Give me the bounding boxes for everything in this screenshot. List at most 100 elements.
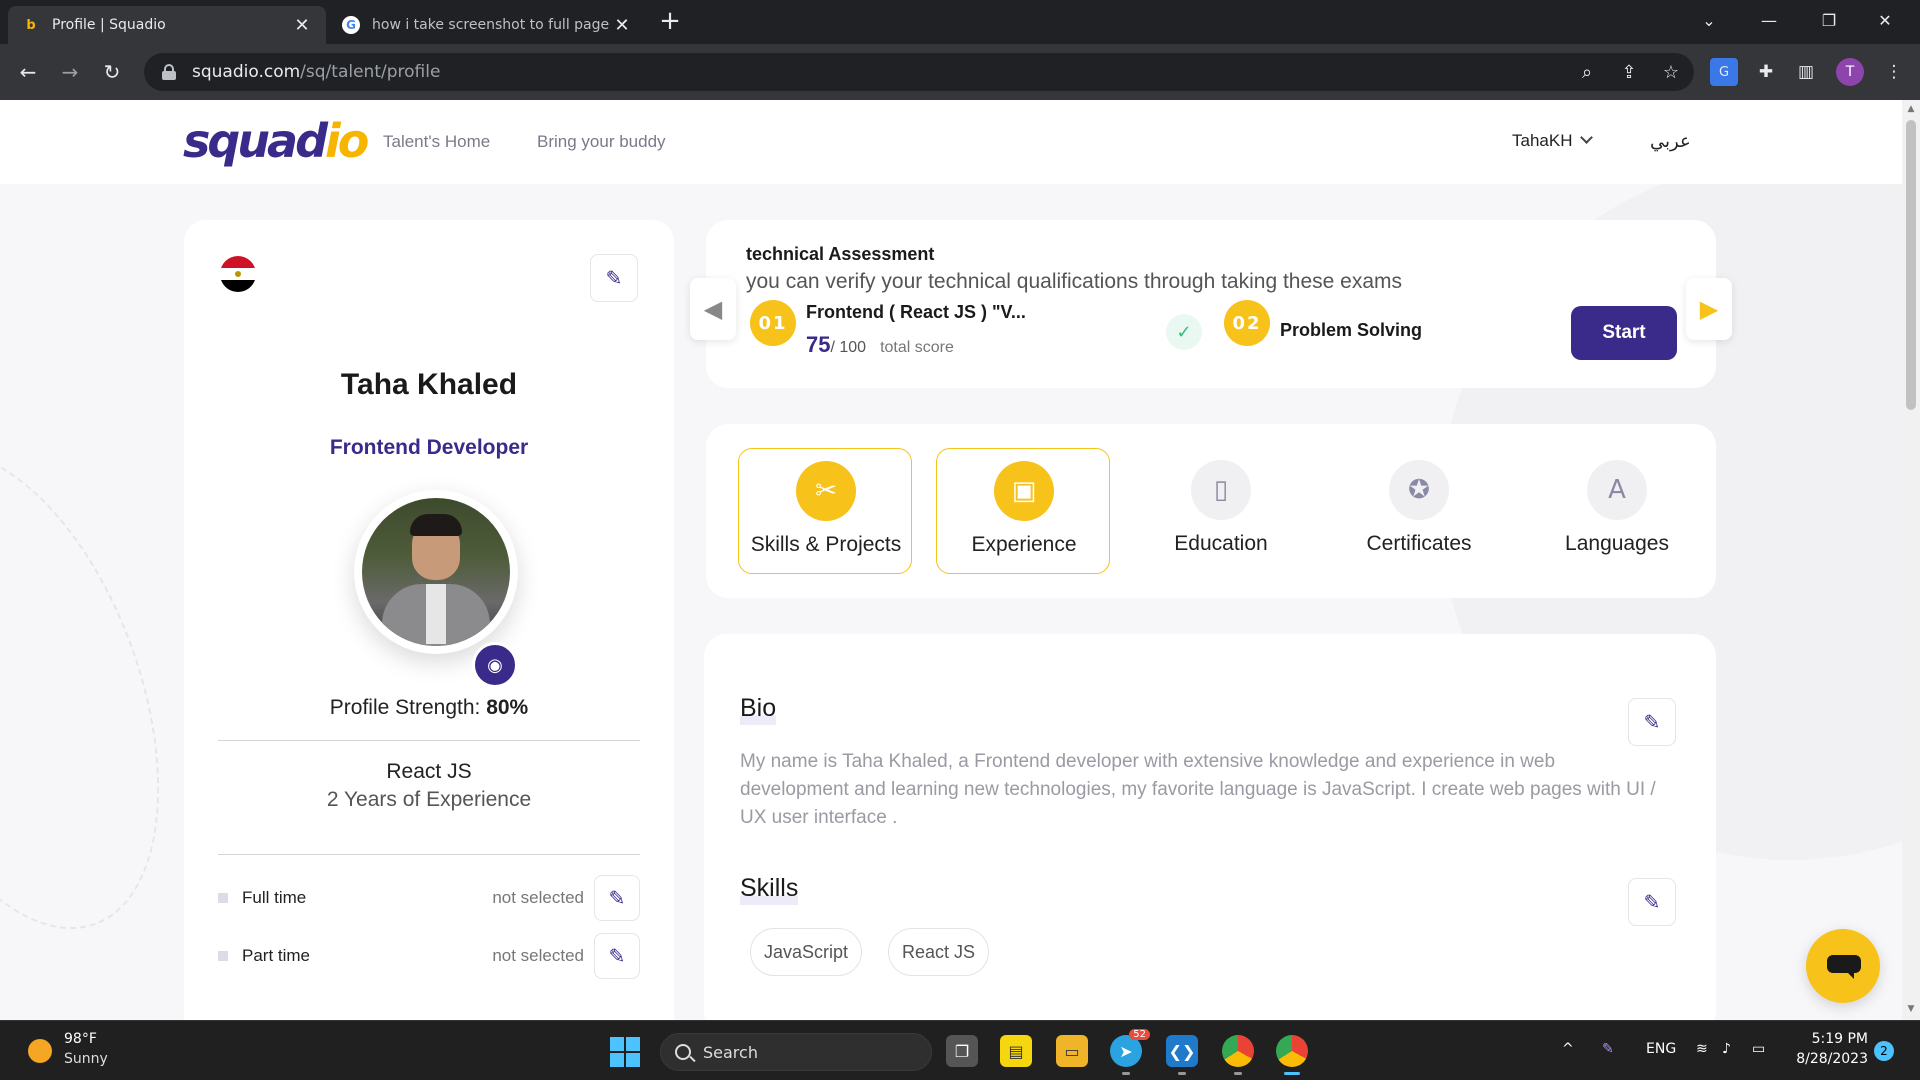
- avatar: [354, 490, 518, 654]
- windows-start-icon[interactable]: [610, 1037, 640, 1067]
- tab-title: how i take screenshot to full page in: [372, 17, 612, 33]
- tab-profile-squadio[interactable]: b Profile | Squadio ✕: [8, 6, 326, 44]
- main-skill: React JS: [386, 760, 472, 783]
- logo-accent: io: [325, 114, 369, 168]
- strength-value: 80%: [486, 696, 529, 719]
- tab-languages[interactable]: A Languages: [1530, 448, 1704, 574]
- file-explorer-icon[interactable]: ▭: [1056, 1035, 1088, 1067]
- volume-icon[interactable]: ♪: [1722, 1041, 1731, 1057]
- sun-weather-icon[interactable]: [28, 1039, 52, 1063]
- browser-profile-avatar[interactable]: T: [1836, 58, 1864, 86]
- tab-search-chevron-icon[interactable]: ⌄: [1686, 0, 1732, 40]
- tab-google-search[interactable]: G how i take screenshot to full page in …: [328, 6, 646, 44]
- restore-button[interactable]: ❐: [1806, 0, 1852, 40]
- chrome-icon[interactable]: [1222, 1035, 1254, 1075]
- scrollbar-thumb[interactable]: [1906, 120, 1916, 410]
- battery-icon[interactable]: ▭: [1752, 1041, 1765, 1057]
- sticky-notes-icon[interactable]: ▤: [1000, 1035, 1032, 1067]
- carousel-next-arrow-icon[interactable]: ▶: [1686, 278, 1732, 340]
- extensions-puzzle-icon[interactable]: ✚: [1752, 58, 1780, 86]
- minimize-button[interactable]: —: [1746, 0, 1792, 40]
- exam-name[interactable]: Frontend ( React JS ) "V...: [806, 302, 1026, 323]
- carousel-prev-arrow-icon[interactable]: ◀: [690, 278, 736, 340]
- page-scrollbar[interactable]: ▲ ▼: [1902, 100, 1920, 1020]
- site-header: squadio Talent's Home Bring your buddy T…: [0, 100, 1902, 184]
- language-switch[interactable]: عربي: [1650, 131, 1691, 152]
- chrome-profile-icon[interactable]: [1276, 1035, 1308, 1075]
- bookmark-star-icon[interactable]: ☆: [1652, 53, 1690, 91]
- weather-temperature[interactable]: 98°F: [64, 1031, 97, 1047]
- nav-bring-your-buddy[interactable]: Bring your buddy: [537, 132, 666, 152]
- exam-score: 75/ 100 total score: [806, 332, 954, 358]
- section-label: Languages: [1565, 532, 1669, 555]
- tab-education[interactable]: ▯ Education: [1134, 448, 1308, 574]
- url-host: squadio.com: [192, 62, 301, 82]
- telegram-icon[interactable]: ➤ 52: [1110, 1029, 1150, 1075]
- browser-tab-strip: b Profile | Squadio ✕ G how i take scree…: [0, 0, 1920, 44]
- preference-full-time: Full time not selected ✎: [218, 874, 640, 922]
- reload-icon[interactable]: ↻: [98, 58, 126, 86]
- profile-strength: Profile Strength: 80%: [184, 696, 674, 720]
- egypt-flag-icon: [220, 256, 256, 292]
- pen-icon[interactable]: ✎: [1602, 1041, 1614, 1057]
- search-label: Search: [703, 1042, 758, 1062]
- side-panel-icon[interactable]: ▥: [1792, 58, 1820, 86]
- scroll-down-arrow-icon[interactable]: ▼: [1906, 1004, 1916, 1014]
- clock-time[interactable]: 5:19 PM: [1794, 1031, 1868, 1047]
- change-photo-button[interactable]: ◉: [472, 642, 518, 688]
- clock-date[interactable]: 8/28/2023: [1794, 1051, 1868, 1067]
- chat-support-button[interactable]: [1806, 929, 1880, 1003]
- preference-value: not selected: [492, 946, 584, 965]
- pencil-icon: ✎: [1643, 890, 1661, 914]
- exam-name[interactable]: Problem Solving: [1280, 320, 1422, 341]
- chat-bubble-icon: [1827, 955, 1861, 973]
- tab-experience[interactable]: ▣ Experience: [936, 448, 1110, 574]
- profile-role: Frontend Developer: [329, 436, 529, 459]
- user-menu[interactable]: TahaKH: [1512, 131, 1594, 151]
- vscode-icon[interactable]: ❮❯: [1166, 1035, 1198, 1075]
- tab-close-icon[interactable]: ✕: [612, 15, 632, 36]
- forward-arrow-icon[interactable]: →: [56, 58, 84, 86]
- check-icon: ✓: [1166, 314, 1202, 350]
- notification-count[interactable]: 2: [1874, 1041, 1894, 1061]
- close-window-button[interactable]: ✕: [1862, 0, 1908, 40]
- book-icon: ▯: [1191, 460, 1251, 520]
- bio-text: My name is Taha Khaled, a Frontend devel…: [740, 751, 1656, 828]
- tab-certificates[interactable]: ✪ Certificates: [1332, 448, 1506, 574]
- squadio-logo[interactable]: squadio: [183, 114, 369, 168]
- score-label: total score: [880, 339, 954, 356]
- edit-skills-button[interactable]: ✎: [1628, 878, 1676, 926]
- username: TahaKH: [1512, 131, 1573, 150]
- edit-bio-button[interactable]: ✎: [1628, 698, 1676, 746]
- bullet: [218, 893, 228, 903]
- address-bar[interactable]: squadio.com/sq/talent/profile: [144, 53, 1694, 91]
- tab-skills-projects[interactable]: ✂ Skills & Projects: [738, 448, 912, 574]
- assessment-title: technical Assessment: [746, 244, 935, 264]
- weather-condition[interactable]: Sunny: [64, 1051, 108, 1067]
- back-arrow-icon[interactable]: ←: [14, 58, 42, 86]
- bullet: [218, 951, 228, 961]
- telegram-badge: 52: [1129, 1029, 1150, 1040]
- edit-full-time-button[interactable]: ✎: [594, 875, 640, 921]
- award-icon: ✪: [1389, 460, 1449, 520]
- translate-extension-icon[interactable]: G: [1710, 58, 1738, 86]
- edit-profile-button[interactable]: ✎: [590, 254, 638, 302]
- show-hidden-icons-chevron-icon[interactable]: ^: [1562, 1041, 1574, 1057]
- input-language[interactable]: ENG: [1646, 1041, 1676, 1057]
- tab-close-icon[interactable]: ✕: [292, 15, 312, 36]
- browser-menu-icon[interactable]: ⋮: [1880, 58, 1908, 86]
- new-tab-button[interactable]: +: [656, 8, 684, 36]
- wifi-icon[interactable]: ≋: [1696, 1041, 1708, 1057]
- task-view-icon[interactable]: ❐: [946, 1035, 978, 1067]
- nav-talents-home[interactable]: Talent's Home: [383, 132, 490, 152]
- zoom-icon[interactable]: ⌕: [1568, 53, 1606, 91]
- share-icon[interactable]: ⇪: [1610, 53, 1648, 91]
- scroll-up-arrow-icon[interactable]: ▲: [1906, 104, 1916, 114]
- start-exam-button[interactable]: Start: [1571, 306, 1677, 360]
- skill-chip: JavaScript: [750, 928, 863, 976]
- section-label: Certificates: [1366, 532, 1472, 555]
- edit-part-time-button[interactable]: ✎: [594, 933, 640, 979]
- page-viewport: squadio Talent's Home Bring your buddy T…: [0, 100, 1902, 1020]
- search-icon: [675, 1044, 691, 1060]
- taskbar-search[interactable]: Search: [660, 1033, 932, 1071]
